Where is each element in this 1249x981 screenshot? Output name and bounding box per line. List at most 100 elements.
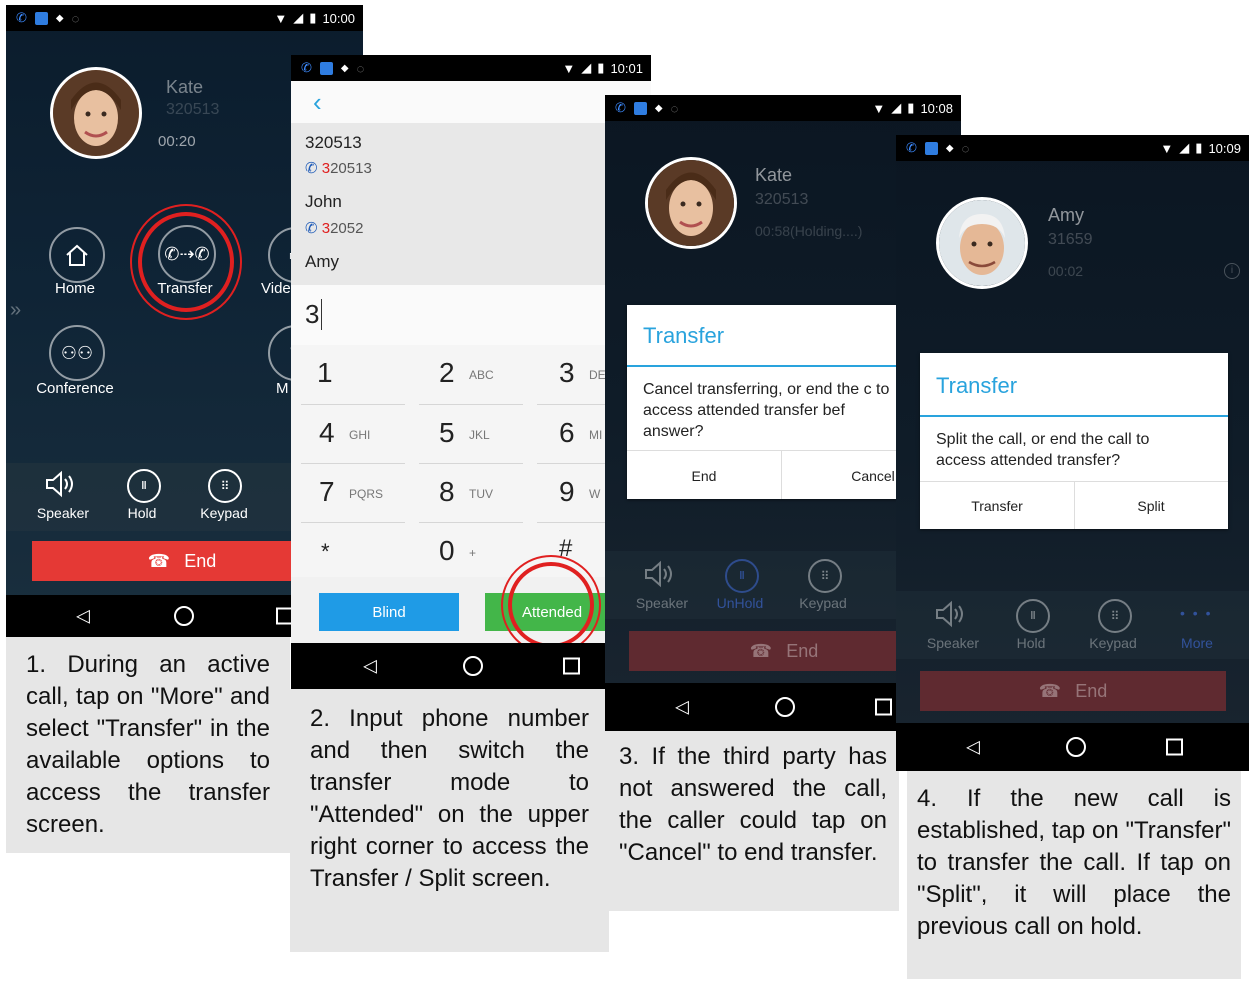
key-4-letters: GHI [349, 428, 371, 442]
clock: 10:09 [1208, 140, 1241, 156]
pause-icon: ǁ [739, 570, 745, 582]
nav-bar: ◁ [896, 723, 1249, 771]
hold-label: Hold [1016, 635, 1046, 651]
notification-icon: ◆ [654, 102, 663, 114]
transfer-call-icon: ✆⇢✆ [164, 243, 210, 264]
home-nav-icon[interactable] [1066, 737, 1086, 757]
keypad-button[interactable]: ⠿ [208, 469, 242, 503]
recents-icon[interactable] [1166, 738, 1183, 756]
caller-name: Kate [755, 165, 793, 185]
keypad-label: Keypad [1089, 635, 1137, 651]
contact-name-1[interactable]: 320513 [305, 133, 362, 153]
key-7-letters: PQRS [349, 487, 384, 501]
contact-row-2-number[interactable]: ✆ 32052 [305, 219, 363, 237]
contact-name-2[interactable]: John [305, 192, 342, 212]
divider [301, 404, 405, 405]
unhold-button[interactable]: ǁ [725, 559, 759, 593]
clock: 10:01 [610, 60, 643, 76]
end-label: End [786, 640, 819, 661]
dialog-divider [920, 415, 1228, 417]
key-4[interactable]: 4 [319, 417, 335, 449]
keypad-button[interactable]: ⠿ [808, 559, 842, 593]
transfer-button[interactable]: ✆⇢✆ [158, 225, 216, 283]
phone-icon: ✆ [305, 220, 318, 237]
wifi-icon: ▼ [1160, 140, 1174, 156]
collapse-chevron-icon[interactable]: » [10, 299, 21, 322]
speaker-icon [46, 470, 73, 498]
blind-label: Blind [372, 603, 406, 621]
phone-icon: ✆ [305, 160, 318, 177]
contact-name-3[interactable]: Amy [305, 252, 339, 272]
key-1[interactable]: 1 [317, 357, 333, 389]
speaker-button[interactable] [934, 599, 968, 634]
keypad-icon: ⠿ [220, 479, 230, 493]
signal-icon: ◢ [581, 60, 592, 75]
keypad-label: Keypad [799, 595, 847, 611]
battery-icon: ▮ [309, 10, 317, 25]
more-dots-icon[interactable]: • • • [1180, 605, 1212, 621]
info-icon[interactable]: i [1224, 263, 1240, 279]
number-match: 3 [321, 220, 331, 237]
end-call-button[interactable]: ☎ End [629, 631, 939, 671]
hold-button[interactable]: ǁ [1016, 599, 1050, 633]
key-7[interactable]: 7 [319, 476, 335, 508]
phone-icon: ✆ [301, 60, 312, 75]
key-9-letters: W [589, 487, 601, 501]
contact-row-1-number[interactable]: ✆ 320513 [305, 159, 372, 177]
recents-icon[interactable] [563, 657, 580, 675]
key-5[interactable]: 5 [439, 417, 455, 449]
blind-button[interactable]: Blind [319, 593, 459, 631]
home-label: Home [54, 280, 95, 297]
call-duration: 00:58(Holding....) [755, 223, 863, 239]
divider [419, 404, 523, 405]
man-portrait-icon [939, 200, 1025, 286]
speaker-button[interactable] [643, 559, 677, 594]
key-8-letters: TUV [469, 487, 493, 501]
caption-1-text: 1. During an active call, tap on "More" … [26, 651, 270, 838]
home-nav-icon[interactable] [174, 606, 194, 626]
number-rest: 20513 [330, 160, 372, 177]
key-6[interactable]: 6 [559, 417, 575, 449]
back-arrow-icon[interactable]: ‹ [313, 87, 322, 118]
caption-2-text: 2. Input phone number and then switch th… [310, 705, 589, 892]
key-3-letters: DE [589, 368, 606, 382]
speaker-icon [645, 560, 672, 588]
wifi-icon: ▼ [872, 100, 886, 116]
key-9[interactable]: 9 [559, 476, 575, 508]
back-icon[interactable]: ◁ [76, 606, 90, 627]
speaker-label: Speaker [635, 595, 689, 611]
end-call-button[interactable]: ☎ End [32, 541, 332, 581]
key-2[interactable]: 2 [439, 357, 455, 389]
home-nav-icon[interactable] [775, 697, 795, 717]
key-3[interactable]: 3 [559, 357, 575, 389]
home-button[interactable] [49, 227, 105, 283]
home-icon [66, 244, 88, 266]
caption-2: 2. Input phone number and then switch th… [290, 689, 609, 952]
app-icon [924, 141, 938, 155]
dial-input[interactable]: 3 [305, 299, 323, 330]
key-star[interactable]: * [321, 539, 330, 565]
phone-icon: ✆ [615, 100, 626, 115]
home-nav-icon[interactable] [463, 656, 483, 676]
back-icon[interactable]: ◁ [966, 737, 980, 758]
hangup-icon: ☎ [147, 550, 171, 571]
transfer-confirm-button[interactable]: Transfer [920, 498, 1074, 514]
split-button[interactable]: Split [1074, 498, 1228, 514]
speaker-button[interactable] [44, 469, 78, 506]
caption-3: 3. If the third party has not answered t… [607, 731, 899, 911]
end-button[interactable]: End [627, 468, 781, 484]
hold-button[interactable]: ǁ [127, 469, 161, 503]
back-icon[interactable]: ◁ [675, 697, 689, 718]
end-call-button[interactable]: ☎ End [920, 671, 1226, 711]
hangup-icon: ☎ [1038, 680, 1062, 701]
conference-button[interactable]: ⚇⚇ [49, 325, 105, 381]
keypad-button[interactable]: ⠿ [1098, 599, 1132, 633]
key-2-letters: ABC [469, 368, 494, 382]
conference-icon: ⚇⚇ [60, 342, 94, 363]
attended-highlight-ring-inner [508, 562, 594, 648]
key-0[interactable]: 0 [439, 535, 455, 567]
recents-icon[interactable] [875, 698, 892, 716]
back-icon[interactable]: ◁ [363, 656, 377, 677]
phone-icon: ✆ [16, 10, 27, 25]
key-8[interactable]: 8 [439, 476, 455, 508]
